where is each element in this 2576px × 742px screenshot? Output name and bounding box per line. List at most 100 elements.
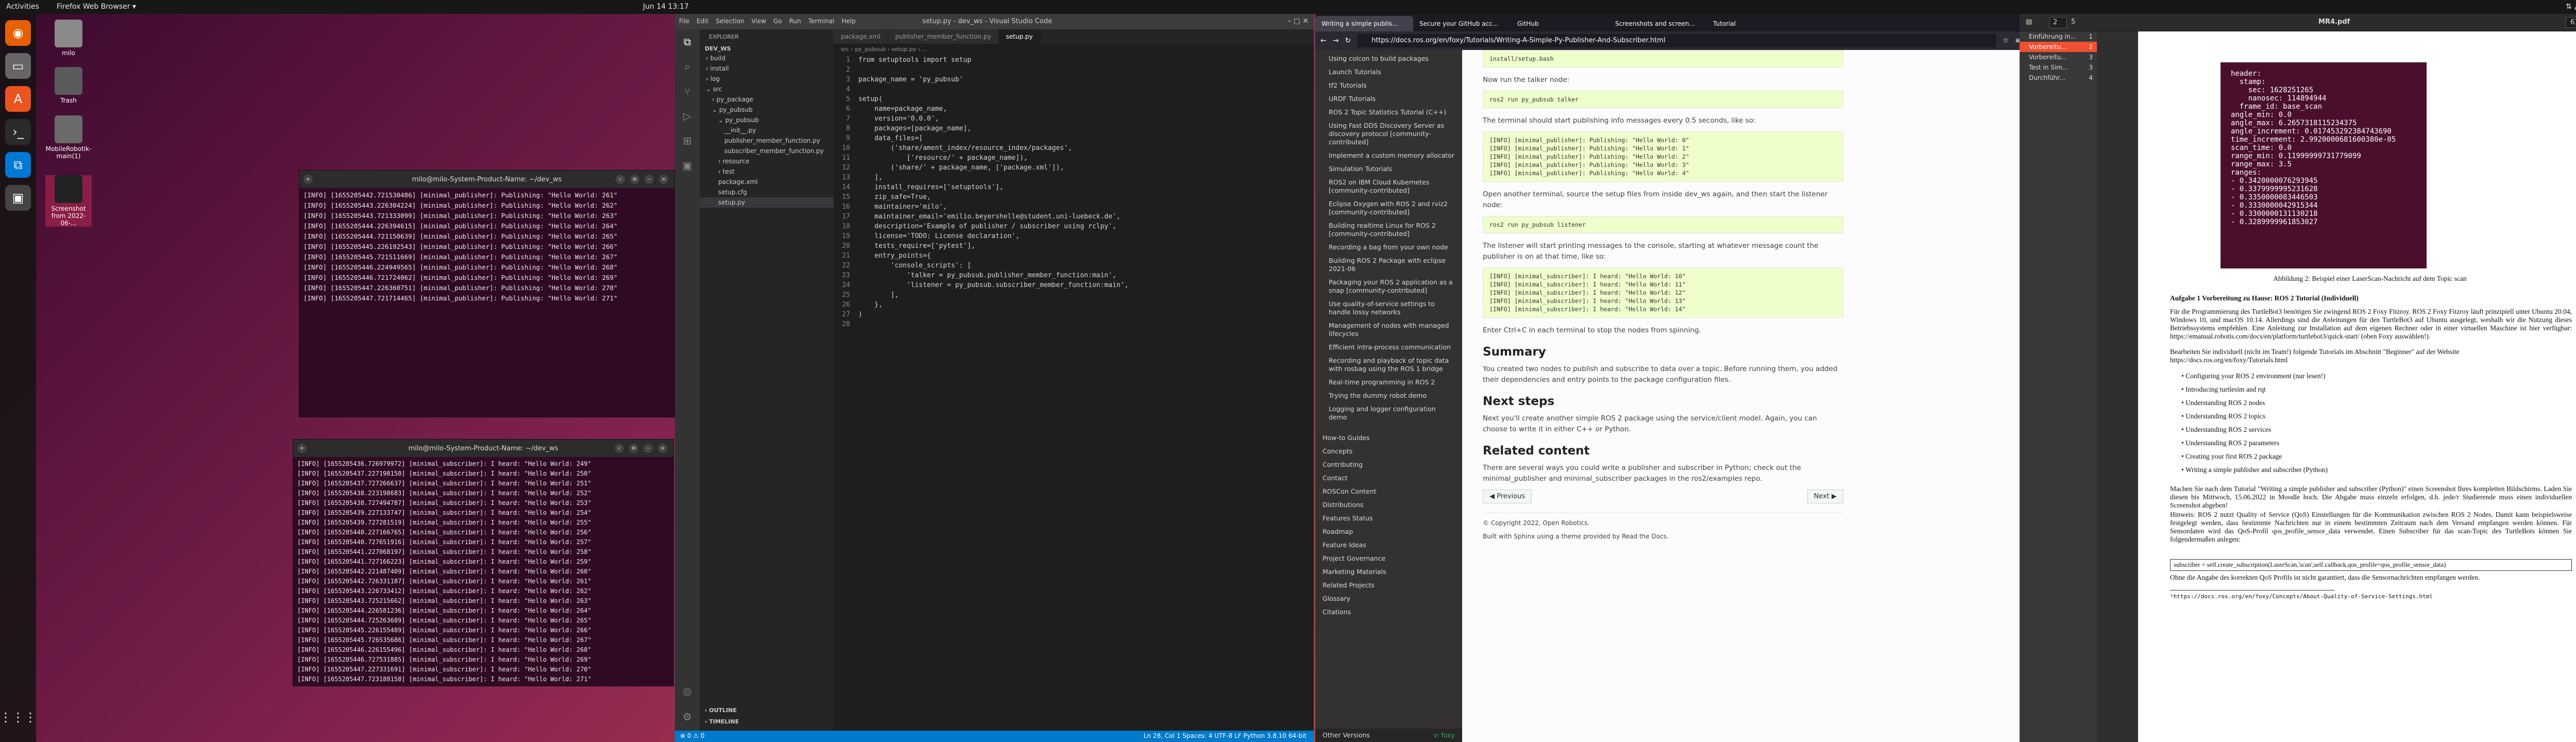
run-debug-icon[interactable]: ▷	[675, 104, 700, 128]
zoom-level[interactable]: 61,5%	[2566, 17, 2576, 28]
settings-gear-icon[interactable]: ⚙	[675, 704, 700, 729]
sidebar-section-link[interactable]: ROSCon Content	[1315, 485, 1462, 498]
outline-item[interactable]: Vorbereitu... 2	[2020, 42, 2097, 52]
desktop-icon-trash[interactable]: Trash	[45, 67, 92, 104]
browser-tab[interactable]: Secure your GitHub acc...	[1413, 16, 1511, 31]
sidebar-link[interactable]: tf2 Tutorials	[1315, 79, 1462, 92]
browser-tab-active[interactable]: Writing a simple publis...	[1315, 16, 1413, 31]
explorer-item[interactable]: ⌄ py_pubsub	[700, 115, 834, 125]
forward-icon[interactable]: →	[1333, 37, 1339, 45]
tab-publisher-member-function[interactable]: publisher_member_function.py	[888, 29, 999, 44]
pdf-viewer-window[interactable]: ▤ 2 5 MR4.pdf 61,5% ≡ – ✕ Einführung in.…	[2020, 14, 2576, 742]
sidebar-link[interactable]: URDF Tutorials	[1315, 92, 1462, 106]
terminal-titlebar[interactable]: + milo@milo-System-Product-Name: ~/dev_w…	[299, 171, 674, 188]
bookmark-star-icon[interactable]: ☆	[2003, 37, 2009, 45]
timeline-section[interactable]: › TIMELINE	[705, 718, 739, 725]
close-icon[interactable]: ×	[659, 175, 668, 184]
sidebar-section-link[interactable]: Distributions	[1315, 498, 1462, 512]
explorer-item[interactable]: ⌄ py_pubsub	[700, 105, 834, 115]
pdf-page[interactable]: header: stamp: sec: 1628251265 nanosec: …	[2138, 31, 2576, 742]
new-tab-icon[interactable]: +	[303, 175, 313, 184]
menu-edit[interactable]: Edit	[697, 18, 708, 25]
sidebar-link[interactable]: Logging and logger configuration demo	[1315, 402, 1462, 424]
tab-package-xml[interactable]: package.xml	[834, 29, 888, 44]
sidebar-link[interactable]: Management of nodes with managed lifecyc…	[1315, 319, 1462, 341]
menu-icon[interactable]: ≡	[629, 444, 638, 453]
breadcrumb[interactable]: src › py_pubsub › setup.py › ...	[834, 44, 1314, 55]
terminal-publisher-window[interactable]: + milo@milo-System-Product-Name: ~/dev_w…	[299, 170, 675, 417]
outline-item[interactable]: Durchführ... 4	[2020, 73, 2097, 83]
workspace-folder[interactable]: DEV_WS	[700, 44, 834, 53]
sidebar-section-link[interactable]: Related Projects	[1315, 579, 1462, 592]
code-editor[interactable]: 1 from setuptools import setup 2 3 package_n…	[834, 55, 1314, 329]
outline-item[interactable]: Test in Sim... 3	[2020, 62, 2097, 73]
version-switcher[interactable]: Other Versions v: foxy	[1315, 729, 1462, 742]
source-control-icon[interactable]: ⑂	[675, 79, 700, 104]
menu-go[interactable]: Go	[773, 18, 782, 25]
clock[interactable]: Jun 14 13:17	[643, 3, 689, 11]
sidebar-section-link[interactable]: Contributing	[1315, 458, 1462, 471]
explorer-item[interactable]: setup.py	[700, 197, 834, 208]
screenshot-app-icon[interactable]: ▣	[5, 185, 31, 211]
menu-terminal[interactable]: Terminal	[808, 18, 835, 25]
files-icon[interactable]: ▭	[5, 53, 31, 79]
sidebar-section-link[interactable]: Marketing Materials	[1315, 565, 1462, 579]
minimize-icon[interactable]: –	[645, 175, 654, 184]
sidebar-link[interactable]: Packaging your ROS 2 application as a sn…	[1315, 276, 1462, 297]
explorer-icon[interactable]: ⧉	[675, 29, 700, 54]
desktop-icon-mobilerobotik[interactable]: MobileRobotik-main(1)	[45, 115, 92, 160]
editor-status[interactable]: Ln 28, Col 1 Spaces: 4 UTF-8 LF Python 3…	[1144, 732, 1307, 739]
sidebar-link[interactable]: Recording a bag from your own node	[1315, 241, 1462, 254]
sidebar-section-link[interactable]: How-to Guides	[1315, 431, 1462, 445]
url-bar[interactable]: https://docs.ros.org/en/foxy/Tutorials/W…	[1357, 34, 1996, 47]
menu-selection[interactable]: Selection	[716, 18, 744, 25]
account-icon[interactable]: ◎	[675, 679, 700, 703]
next-page-button[interactable]: Next ▶	[1807, 490, 1843, 503]
menu-file[interactable]: File	[679, 18, 689, 25]
sidebar-link[interactable]: Using colcon to build packages	[1315, 52, 1462, 65]
explorer-item[interactable]: › py_package	[700, 94, 834, 105]
sidebar-link[interactable]: Real-time programming in ROS 2	[1315, 376, 1462, 389]
desktop-icon-screenshot[interactable]: Screenshot from 2022-06-...	[45, 175, 92, 227]
explorer-item[interactable]: › test	[700, 166, 834, 177]
editor-area[interactable]: package.xml publisher_member_function.py…	[834, 29, 1314, 731]
menu-help[interactable]: Help	[842, 18, 856, 25]
explorer-item[interactable]: › build	[700, 53, 834, 63]
reload-icon[interactable]: ↻	[1345, 37, 1351, 45]
menu-icon[interactable]: ≡	[630, 175, 639, 184]
browser-tab[interactable]: Screenshots and screen...	[1609, 16, 1707, 31]
desktop-icon-home[interactable]: milo	[45, 20, 92, 57]
menu-run[interactable]: Run	[789, 18, 801, 25]
new-tab-icon[interactable]: +	[297, 444, 307, 453]
vscode-icon[interactable]: ⧉	[5, 152, 31, 178]
explorer-item[interactable]: subscriber_member_function.py	[700, 146, 834, 156]
sidebar-section-link[interactable]: Features Status	[1315, 512, 1462, 525]
sidebar-section-link[interactable]: Citations	[1315, 605, 1462, 619]
vscode-window[interactable]: File Edit Selection View Go Run Terminal…	[675, 14, 1314, 742]
active-app-menu[interactable]: Firefox Web Browser ▾	[57, 3, 136, 11]
sidebar-link[interactable]: Building realtime Linux for ROS 2 [commu…	[1315, 219, 1462, 241]
menu-view[interactable]: View	[752, 18, 766, 25]
sidebar-link[interactable]: Recording and playback of topic data wit…	[1315, 354, 1462, 376]
explorer-item[interactable]: › resource	[700, 156, 834, 166]
sidebar-link[interactable]: ROS 2 Topic Statistics Tutorial (C++)	[1315, 106, 1462, 119]
explorer-item[interactable]: package.xml	[700, 177, 834, 187]
explorer-item[interactable]: ⌄ src	[700, 84, 834, 94]
tab-setup-py[interactable]: setup.py	[998, 29, 1041, 44]
sidebar-link[interactable]: Trying the dummy robot demo	[1315, 389, 1462, 402]
vscode-titlebar[interactable]: File Edit Selection View Go Run Terminal…	[675, 14, 1314, 29]
outline-item[interactable]: Vorbereitu... 3	[2020, 52, 2097, 62]
back-icon[interactable]: ←	[1320, 37, 1327, 45]
remote-icon[interactable]: ▣	[675, 153, 700, 178]
show-apps-icon[interactable]: ⋮⋮⋮	[0, 704, 37, 730]
firefox-icon[interactable]: ◉	[5, 20, 31, 46]
browser-tab[interactable]: GitHub	[1511, 16, 1609, 31]
search-icon[interactable]: ⌕	[616, 175, 625, 184]
explorer-item[interactable]: setup.cfg	[700, 187, 834, 197]
extensions-icon[interactable]: ⊞	[675, 128, 700, 153]
outline-item[interactable]: Einführung in... 1	[2020, 31, 2097, 42]
browser-tab[interactable]: Tutorial	[1707, 16, 1805, 31]
close-icon[interactable]: ×	[658, 444, 667, 453]
explorer-item[interactable]: › install	[700, 63, 834, 74]
sidebar-link[interactable]: Launch Tutorials	[1315, 65, 1462, 79]
